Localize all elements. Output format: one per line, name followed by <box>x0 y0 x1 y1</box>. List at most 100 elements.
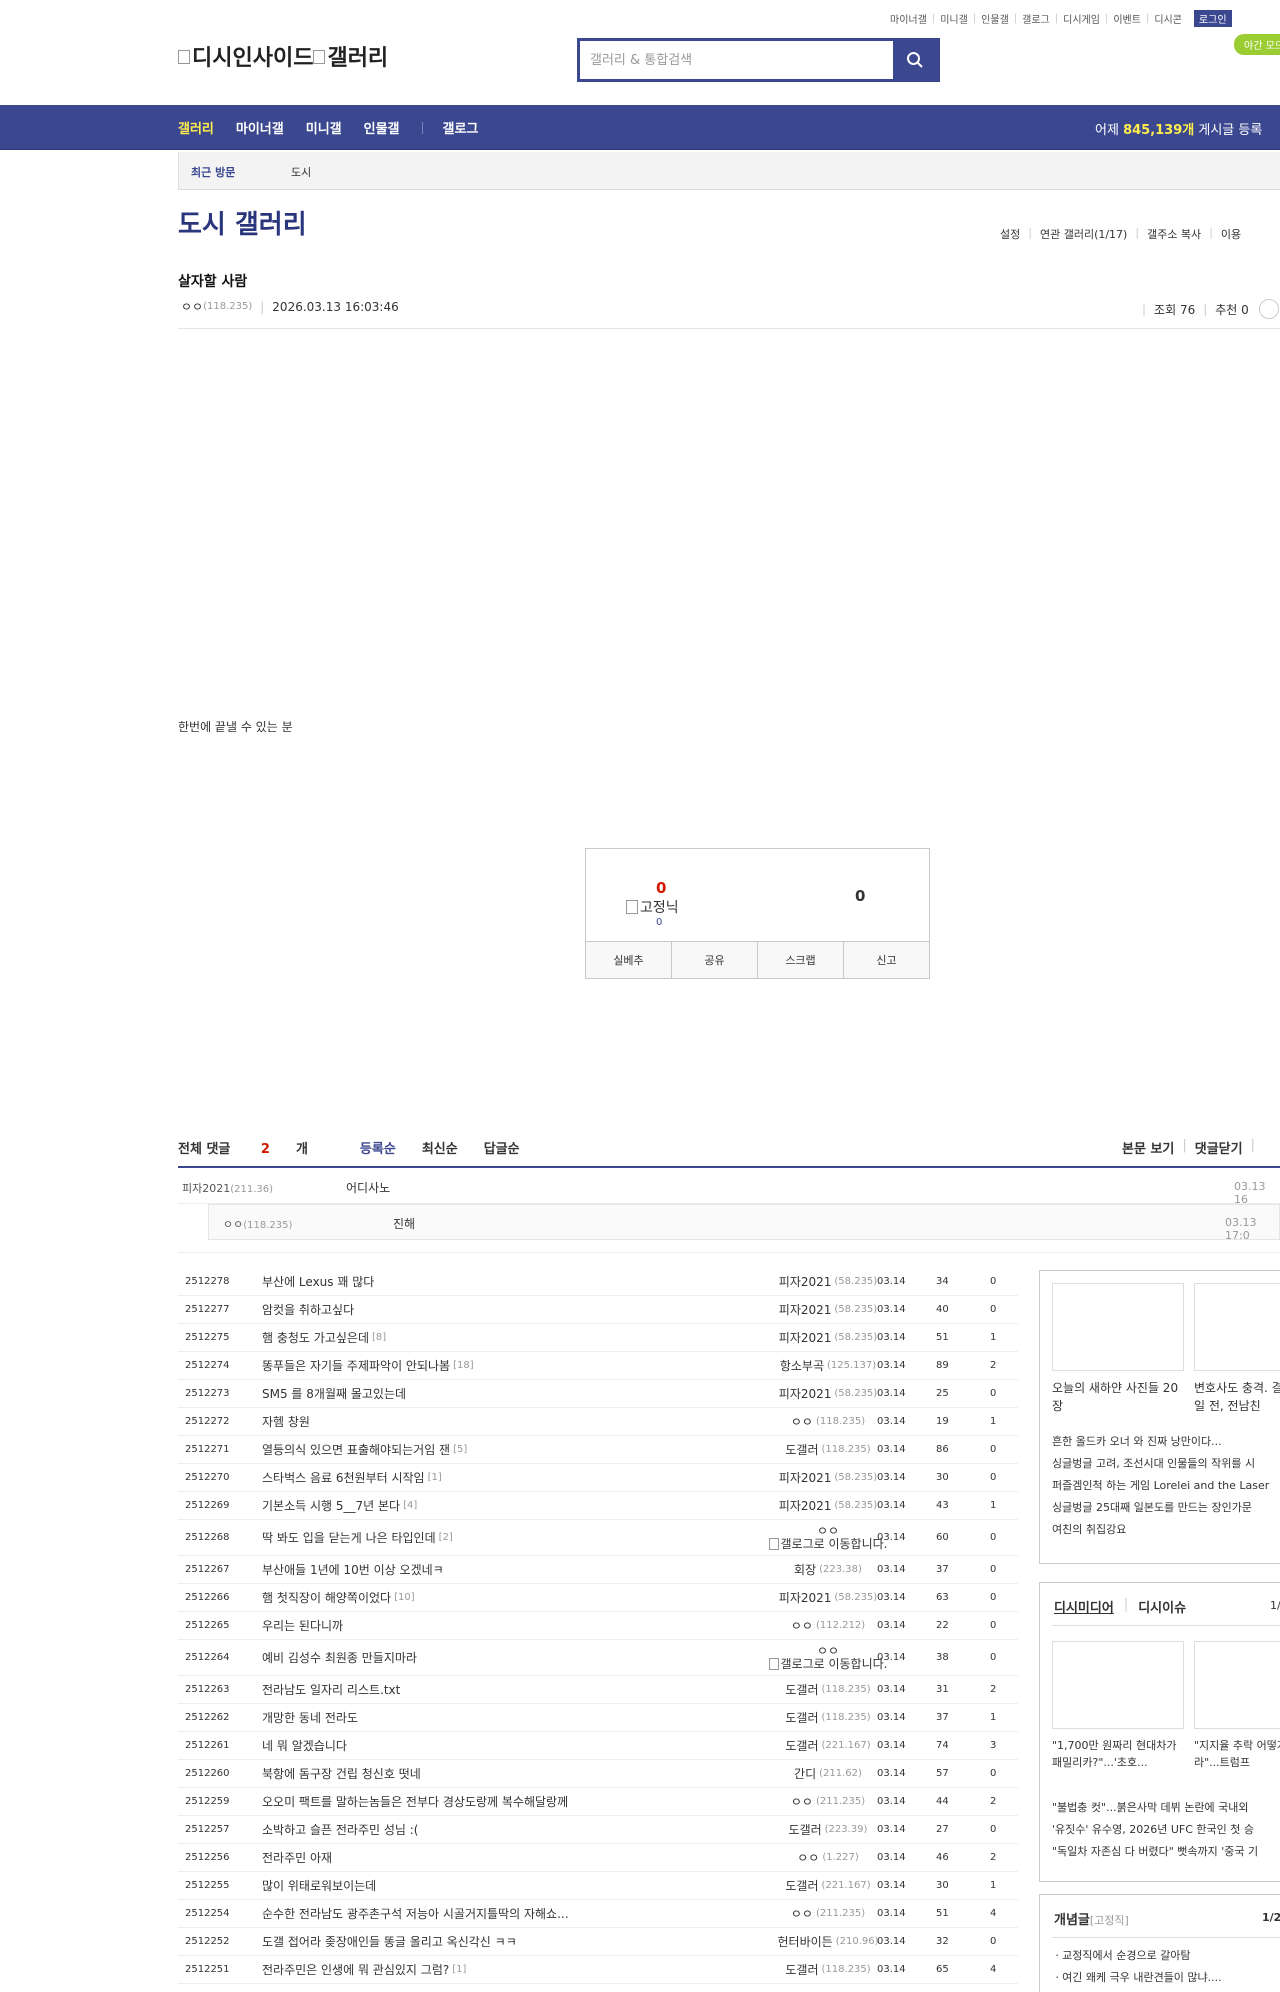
side-news-item[interactable]: ㆍ교정직에서 순경으로 갈아탐 <box>1052 1945 1222 1967</box>
top-link-person[interactable]: 인물갤 <box>981 11 1009 26</box>
comment-nick[interactable]: 피자2021(211.36) <box>182 1180 273 1196</box>
top-link-game[interactable]: 디시게임 <box>1063 11 1100 26</box>
side-news-item[interactable]: 흔한 올드카 오너 와 진짜 낭만이다... <box>1052 1431 1269 1453</box>
thumbnail-caption[interactable]: 오늘의 새하얀 사진들 20장 <box>1052 1379 1184 1417</box>
side-news-item[interactable]: 퍼즐겜인척 하는 게임 Lorelei and the Laser <box>1052 1475 1269 1497</box>
post-writer[interactable]: 도갤러 (118.235) <box>708 1436 948 1463</box>
post-title-link[interactable]: 딱 봐도 입을 닫는게 나은 타입인데 [2] <box>262 1520 702 1555</box>
post-title-link[interactable]: 개망한 동네 전라도 <box>262 1704 702 1731</box>
table-row[interactable]: 2512266 햄 첫직장이 해양쪽이었다 [10] 피자2021 (58.235) 03… <box>178 1584 1018 1612</box>
nav-person[interactable]: 인물갤 <box>364 118 400 137</box>
side-news-item[interactable]: 싱글벙글 25대째 일본도를 만드는 장인가문 <box>1052 1497 1269 1519</box>
post-title-link[interactable]: 부산에 Lexus 꽤 많다 <box>262 1268 702 1295</box>
table-row[interactable]: 2512261 네 뭐 알겠습니다 도갤러 (221.167) 03.14 74 3 <box>178 1732 1018 1760</box>
post-writer[interactable]: 피자2021 (58.235) <box>708 1464 948 1491</box>
post-title-link[interactable]: 똥푸들은 자기들 주제파악이 안되나봄 [18] <box>262 1352 702 1379</box>
post-title-link[interactable]: 북항에 돔구장 건립 청신호 떳네 <box>262 1760 702 1787</box>
tab-dc-issue[interactable]: 디시이슈 <box>1138 1597 1186 1616</box>
post-writer[interactable]: 피자2021 (58.235) <box>708 1296 948 1323</box>
table-row[interactable]: 2512257 소박하고 슬픈 전라주민 성님 :(도갤러 (223.39) 03.1… <box>178 1816 1018 1844</box>
post-author[interactable]: ㅇㅇ <box>181 298 203 315</box>
copy-gallery-url[interactable]: 갤주소 복사 <box>1147 226 1201 242</box>
post-writer[interactable]: 도갤러 (118.235) <box>708 1956 948 1983</box>
tab-dc-media[interactable]: 디시미디어 <box>1054 1597 1114 1616</box>
silbe-recommend-button[interactable]: 실베추 <box>586 942 672 978</box>
post-title-link[interactable]: 소박하고 슬픈 전라주민 성님 :( <box>262 1816 702 1843</box>
gallery-settings[interactable]: 설정 <box>1000 226 1020 242</box>
sort-replies[interactable]: 답글순 <box>484 1138 520 1157</box>
post-writer[interactable]: ㅇㅇ (211.235) <box>708 1900 948 1927</box>
table-row[interactable]: 2512260 북항에 돔구장 건립 청신호 떳네 간디 (211.62) 03.14 5… <box>178 1760 1018 1788</box>
post-title-link[interactable]: 네 뭐 알겠습니다 <box>262 1732 702 1759</box>
post-title-link[interactable]: SM5 를 8개월째 몰고있는데 <box>262 1380 702 1407</box>
post-writer[interactable]: 피자2021 (58.235) <box>708 1492 948 1519</box>
post-title-link[interactable]: 부산애들 1년에 10번 이상 오겠네ㅋ <box>262 1556 702 1583</box>
table-row[interactable]: 2512256 전라주민 아재 ㅇㅇ (1.227) 03.14 46 2 <box>178 1844 1018 1872</box>
post-writer[interactable]: 도갤러 (223.39) <box>708 1816 948 1843</box>
upvote-count[interactable]: 0 <box>656 879 666 897</box>
thumbnail-caption[interactable]: "1,700만 원짜리 현대차가 패밀리카?"...'초호... <box>1052 1737 1184 1775</box>
post-writer[interactable]: ㅇㅇ (118.235) <box>708 1408 948 1435</box>
post-writer[interactable]: 피자2021 (58.235) <box>708 1380 948 1407</box>
post-title-link[interactable]: 전라남도 일자리 리스트.txt <box>262 1676 702 1703</box>
post-writer[interactable]: 회장 (223.38) <box>708 1556 948 1583</box>
search-input[interactable] <box>580 41 893 79</box>
post-writer[interactable]: 헌터바이든 (210.96) <box>708 1928 948 1955</box>
post-writer[interactable]: ㅇㅇ (1.227) <box>708 1844 948 1871</box>
scrap-button[interactable]: 스크랩 <box>758 942 844 978</box>
top-link-mini[interactable]: 미니갤 <box>940 11 968 26</box>
post-writer[interactable]: 피자2021 (58.235) <box>708 1268 948 1295</box>
side-news-item[interactable]: 싱글벙글 고려, 조선시대 인물들의 작위를 시 <box>1052 1453 1269 1475</box>
table-row[interactable]: 2512252 도갤 접어라 좆장애인들 똥글 올리고 옥신각신 ㅋㅋ 헌터바이든(… <box>178 1928 1018 1956</box>
side-news-item[interactable]: 여친의 취집강요 <box>1052 1519 1269 1541</box>
post-title-link[interactable]: 예비 김성수 최원종 만들지마라 <box>262 1640 702 1675</box>
post-title-link[interactable]: 많이 위태로워보이는데 <box>262 1872 702 1899</box>
view-post-button[interactable]: 본문 보기 <box>1122 1138 1174 1157</box>
close-comments-button[interactable]: 댓글닫기 <box>1195 1138 1243 1157</box>
post-title-link[interactable]: 기본소득 시행 5__7년 본다 [4] <box>262 1492 702 1519</box>
post-writer[interactable]: ㅇㅇ (112.212) <box>708 1612 948 1639</box>
report-button[interactable]: 신고 <box>844 942 929 978</box>
side-news-item[interactable]: "불법충 컷"...붉은사막 데뷔 논란에 국내외 <box>1052 1797 1258 1819</box>
post-writer[interactable]: 도갤러 (118.235) <box>708 1704 948 1731</box>
top-link-event[interactable]: 이벤트 <box>1113 11 1141 26</box>
gallery-usage[interactable]: 이용 <box>1221 226 1241 242</box>
post-writer[interactable]: 항소부곡 (125.137) <box>708 1352 948 1379</box>
table-row[interactable]: 2512272 자헴 창원 ㅇㅇ (118.235) 03.14 19 1 <box>178 1408 1018 1436</box>
concept-title[interactable]: 개념글[고정직] <box>1054 1909 1129 1928</box>
nav-minor[interactable]: 마이너갤 <box>236 118 284 137</box>
post-writer[interactable]: ㅇㅇ 갤로그로 이동합니다. <box>708 1640 948 1675</box>
post-writer[interactable]: ㅇㅇ (211.235) <box>708 1788 948 1815</box>
table-row[interactable]: 2512254 순수한 전라남도 광주촌구석 저능아 시골거지틀딱의 자해쇼...… <box>178 1900 1018 1928</box>
thumbnail-caption[interactable]: 변호사도 충격. 결혼 일주일 전, 전남친 <box>1194 1379 1280 1417</box>
table-row[interactable]: 2512255 많이 위태로워보이는데 도갤러 (221.167) 03.14 30 1 <box>178 1872 1018 1900</box>
table-row[interactable]: 2512259 오오미 팩트를 말하는놈들은 전부다 경상도랑께 복수해달랑께 ㅇㅇ… <box>178 1788 1018 1816</box>
downvote-count[interactable]: 0 <box>855 887 865 905</box>
post-writer[interactable]: 도갤러 (221.167) <box>708 1872 948 1899</box>
share-button[interactable]: 공유 <box>672 942 758 978</box>
post-title-link[interactable]: 열등의식 있으면 표출해야되는거임 잰 [5] <box>262 1436 702 1463</box>
post-title-link[interactable]: 도갤 접어라 좆장애인들 똥글 올리고 옥신각신 ㅋㅋ <box>262 1928 702 1955</box>
table-row[interactable]: 2512269 기본소득 시행 5__7년 본다 [4] 피자2021 (58.235)… <box>178 1492 1018 1520</box>
post-writer[interactable]: 간디 (211.62) <box>708 1760 948 1787</box>
post-title-link[interactable]: 오오미 팩트를 말하는놈들은 전부다 경상도랑께 복수해달랑께 <box>262 1788 702 1815</box>
more-options-icon[interactable] <box>1258 299 1279 319</box>
side-news-item[interactable]: ㆍ여긴 왜케 극우 내란견들이 많냐.... <box>1052 1967 1222 1989</box>
top-link-gallog[interactable]: 갤로그 <box>1022 11 1050 26</box>
thumbnail[interactable] <box>1194 1283 1280 1371</box>
thumbnail[interactable] <box>1194 1641 1280 1729</box>
search-button[interactable] <box>893 41 937 79</box>
thumbnail[interactable] <box>1052 1283 1184 1371</box>
thumbnail-caption[interactable]: "지지율 추락 어떻게 막아라"...트럼프 <box>1194 1737 1280 1775</box>
recent-item[interactable]: 도시 <box>291 164 311 180</box>
table-row[interactable]: 2512270 스타벅스 음료 6천원부터 시작임 [1] 피자2021 (58.235… <box>178 1464 1018 1492</box>
nav-gallog[interactable]: 갤로그 <box>443 118 479 137</box>
table-row[interactable]: 2512264 예비 김성수 최원종 만들지마라 ㅇㅇ 갤로그로 이동합니다. 03.1… <box>178 1640 1018 1676</box>
post-title-link[interactable]: 자헴 창원 <box>262 1408 702 1435</box>
table-row[interactable]: 2512277 암컷을 취하고싶다 피자2021 (58.235) 03.14 40 0 <box>178 1296 1018 1324</box>
table-row[interactable]: 2512263 전라남도 일자리 리스트.txt 도갤러 (118.235) 03.14… <box>178 1676 1018 1704</box>
site-logo[interactable]: 디시인사이드 갤러리 <box>178 40 388 72</box>
top-link-minor[interactable]: 마이너갤 <box>890 11 927 26</box>
fixed-nick-vote[interactable]: 고정닉 <box>626 897 679 917</box>
top-link-dccon[interactable]: 디시콘 <box>1154 11 1182 26</box>
